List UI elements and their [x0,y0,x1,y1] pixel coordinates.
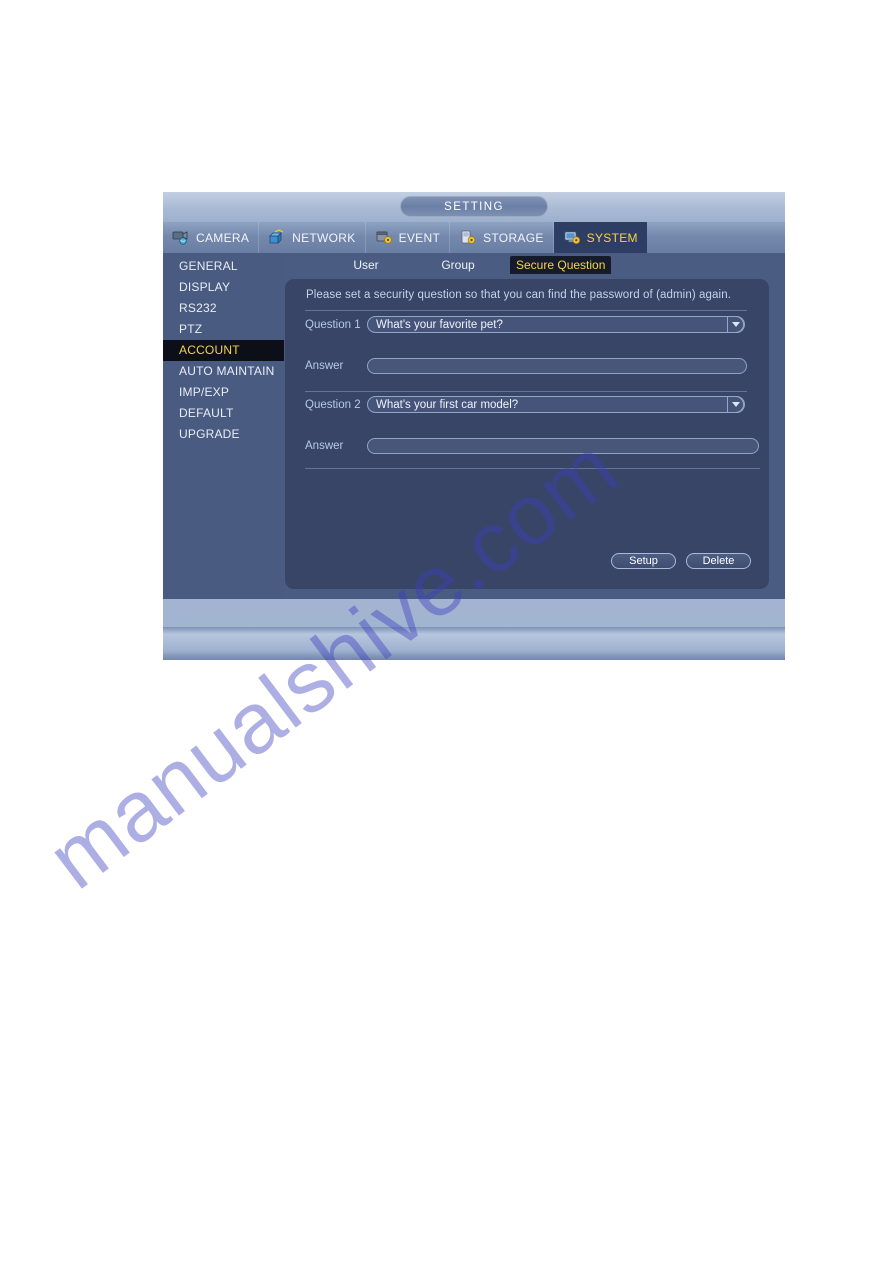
answer2-input[interactable] [367,438,759,454]
question2-label: Question 2 [305,398,361,411]
chevron-down-icon[interactable] [727,316,744,333]
tab-storage-label: STORAGE [483,230,544,245]
sidebar-item-label: DEFAULT [179,406,234,420]
panel-note: Please set a security question so that y… [306,289,731,301]
window-body: GENERAL DISPLAY RS232 PTZ ACCOUNT AUTO M… [163,253,785,599]
sidebar-item-rs232[interactable]: RS232 [163,298,284,319]
question2-select[interactable]: What's your first car model? [367,396,745,413]
subtab-label: User [353,258,379,272]
divider-2 [305,391,747,392]
main-tabbar: CAMERA NETWORK EVENT STORAGE SYSTEM [163,222,785,253]
answer2-row: Answer [305,438,759,454]
sidebar-item-label: AUTO MAINTAIN [179,364,275,378]
sub-tabbar: User Group Secure Question [284,253,785,279]
sidebar-item-general[interactable]: GENERAL [163,256,284,277]
sidebar-item-account[interactable]: ACCOUNT [163,340,284,361]
storage-icon [458,229,478,246]
setup-button[interactable]: Setup [611,553,676,569]
sidebar-item-ptz[interactable]: PTZ [163,319,284,340]
subtab-group[interactable]: Group [428,256,488,274]
sidebar-item-label: IMP/EXP [179,385,230,399]
delete-button[interactable]: Delete [686,553,751,569]
sidebar-item-label: UPGRADE [179,427,240,441]
tabbar-spacer [647,222,785,253]
setting-window: SETTING CAMERA NETWORK EVENT STORAGE SYS… [163,192,785,660]
divider-1 [305,310,747,311]
sidebar-item-display[interactable]: DISPLAY [163,277,284,298]
sidebar-item-label: PTZ [179,322,203,336]
question1-row: Question 1 What's your favorite pet? [305,316,745,333]
tab-camera[interactable]: CAMERA [163,222,260,253]
answer1-row: Answer [305,358,747,374]
subtab-label: Secure Question [516,258,606,272]
camera-icon [171,229,191,246]
tab-storage[interactable]: STORAGE [450,222,554,253]
sidebar-item-label: GENERAL [179,259,238,273]
tab-event-label: EVENT [398,230,441,245]
subtab-label: Group [441,258,475,272]
sidebar-item-imp-exp[interactable]: IMP/EXP [163,382,284,403]
question1-select[interactable]: What's your favorite pet? [367,316,745,333]
watermark: manualshive.com [31,419,880,1060]
window-title: SETTING [400,196,548,217]
sidebar: GENERAL DISPLAY RS232 PTZ ACCOUNT AUTO M… [163,253,284,599]
question1-value: What's your favorite pet? [376,318,503,331]
chevron-down-icon[interactable] [727,396,744,413]
question2-row: Question 2 What's your first car model? [305,396,745,413]
network-icon [267,229,287,246]
divider-3 [305,468,760,469]
answer1-input[interactable] [367,358,747,374]
event-icon [374,229,394,246]
sidebar-item-label: RS232 [179,301,217,315]
subtab-secure-question[interactable]: Secure Question [510,256,612,274]
window-titlebar: SETTING [163,192,785,222]
question1-label: Question 1 [305,318,361,331]
tab-event[interactable]: EVENT [366,222,451,253]
sidebar-item-label: DISPLAY [179,280,231,294]
tab-camera-label: CAMERA [196,230,250,245]
panel-button-row: Setup Delete [611,553,751,569]
secure-question-panel: Please set a security question so that y… [285,279,769,589]
sidebar-item-default[interactable]: DEFAULT [163,403,284,424]
subtab-user[interactable]: User [336,256,396,274]
answer2-label: Answer [305,440,344,452]
tab-network[interactable]: NETWORK [259,222,366,253]
answer1-label: Answer [305,360,344,372]
sidebar-item-auto-maintain[interactable]: AUTO MAINTAIN [163,361,284,382]
tab-system-label: SYSTEM [586,230,638,245]
system-icon [562,229,582,246]
tab-network-label: NETWORK [292,230,356,245]
window-footer [163,627,785,660]
sidebar-item-label: ACCOUNT [179,343,240,357]
sidebar-item-upgrade[interactable]: UPGRADE [163,424,284,445]
question2-value: What's your first car model? [376,398,519,411]
tab-system[interactable]: SYSTEM [553,222,647,253]
